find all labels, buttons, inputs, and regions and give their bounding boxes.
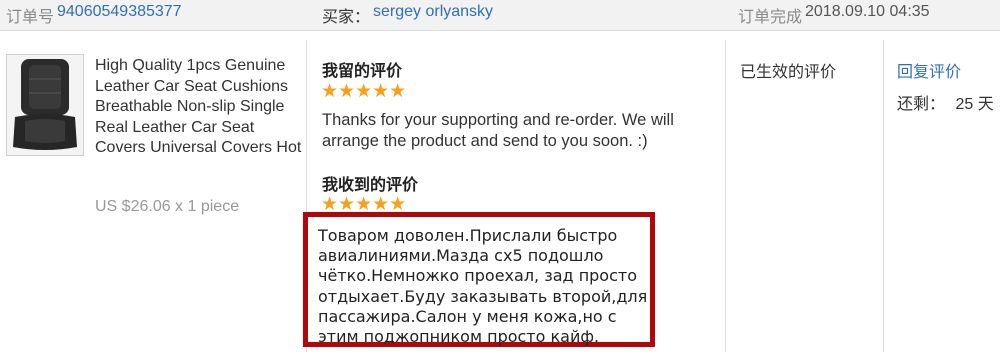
seat-cushion-image <box>7 55 83 155</box>
review-status: 已生效的评价 <box>740 64 837 81</box>
completed-time: 2018.09.10 04:35 <box>805 3 930 20</box>
completed-label: 订单完成 <box>738 9 803 26</box>
reply-review-link[interactable]: 回复评价 <box>897 58 961 82</box>
received-review-text: Товаром доволен.Прислали быстро авиалини… <box>318 226 648 347</box>
my-review-stars: ★★★★★ <box>321 81 407 102</box>
product-thumbnail[interactable] <box>6 54 84 156</box>
column-divider <box>725 40 726 352</box>
remaining-label: 还剩： <box>897 96 946 113</box>
received-review-heading: 我收到的评价 <box>322 175 419 194</box>
buyer-name-link[interactable]: sergey orlyansky <box>373 3 493 21</box>
product-title-link[interactable]: High Quality 1pcs Genuine Leather Car Se… <box>95 56 305 159</box>
remaining-value: 25 天 <box>955 96 994 113</box>
order-number-label: 订单号 <box>6 9 55 26</box>
my-review-heading: 我留的评价 <box>322 61 403 80</box>
my-review-text: Thanks for your supporting and re-order.… <box>322 111 674 150</box>
buyer-label: 买家： <box>322 9 371 26</box>
order-number-link[interactable]: 94060549385377 <box>57 3 182 21</box>
product-price: US $26.06 x 1 piece <box>95 198 240 215</box>
column-divider <box>883 40 884 352</box>
remaining-time: 还剩： 25 天 <box>897 90 994 114</box>
